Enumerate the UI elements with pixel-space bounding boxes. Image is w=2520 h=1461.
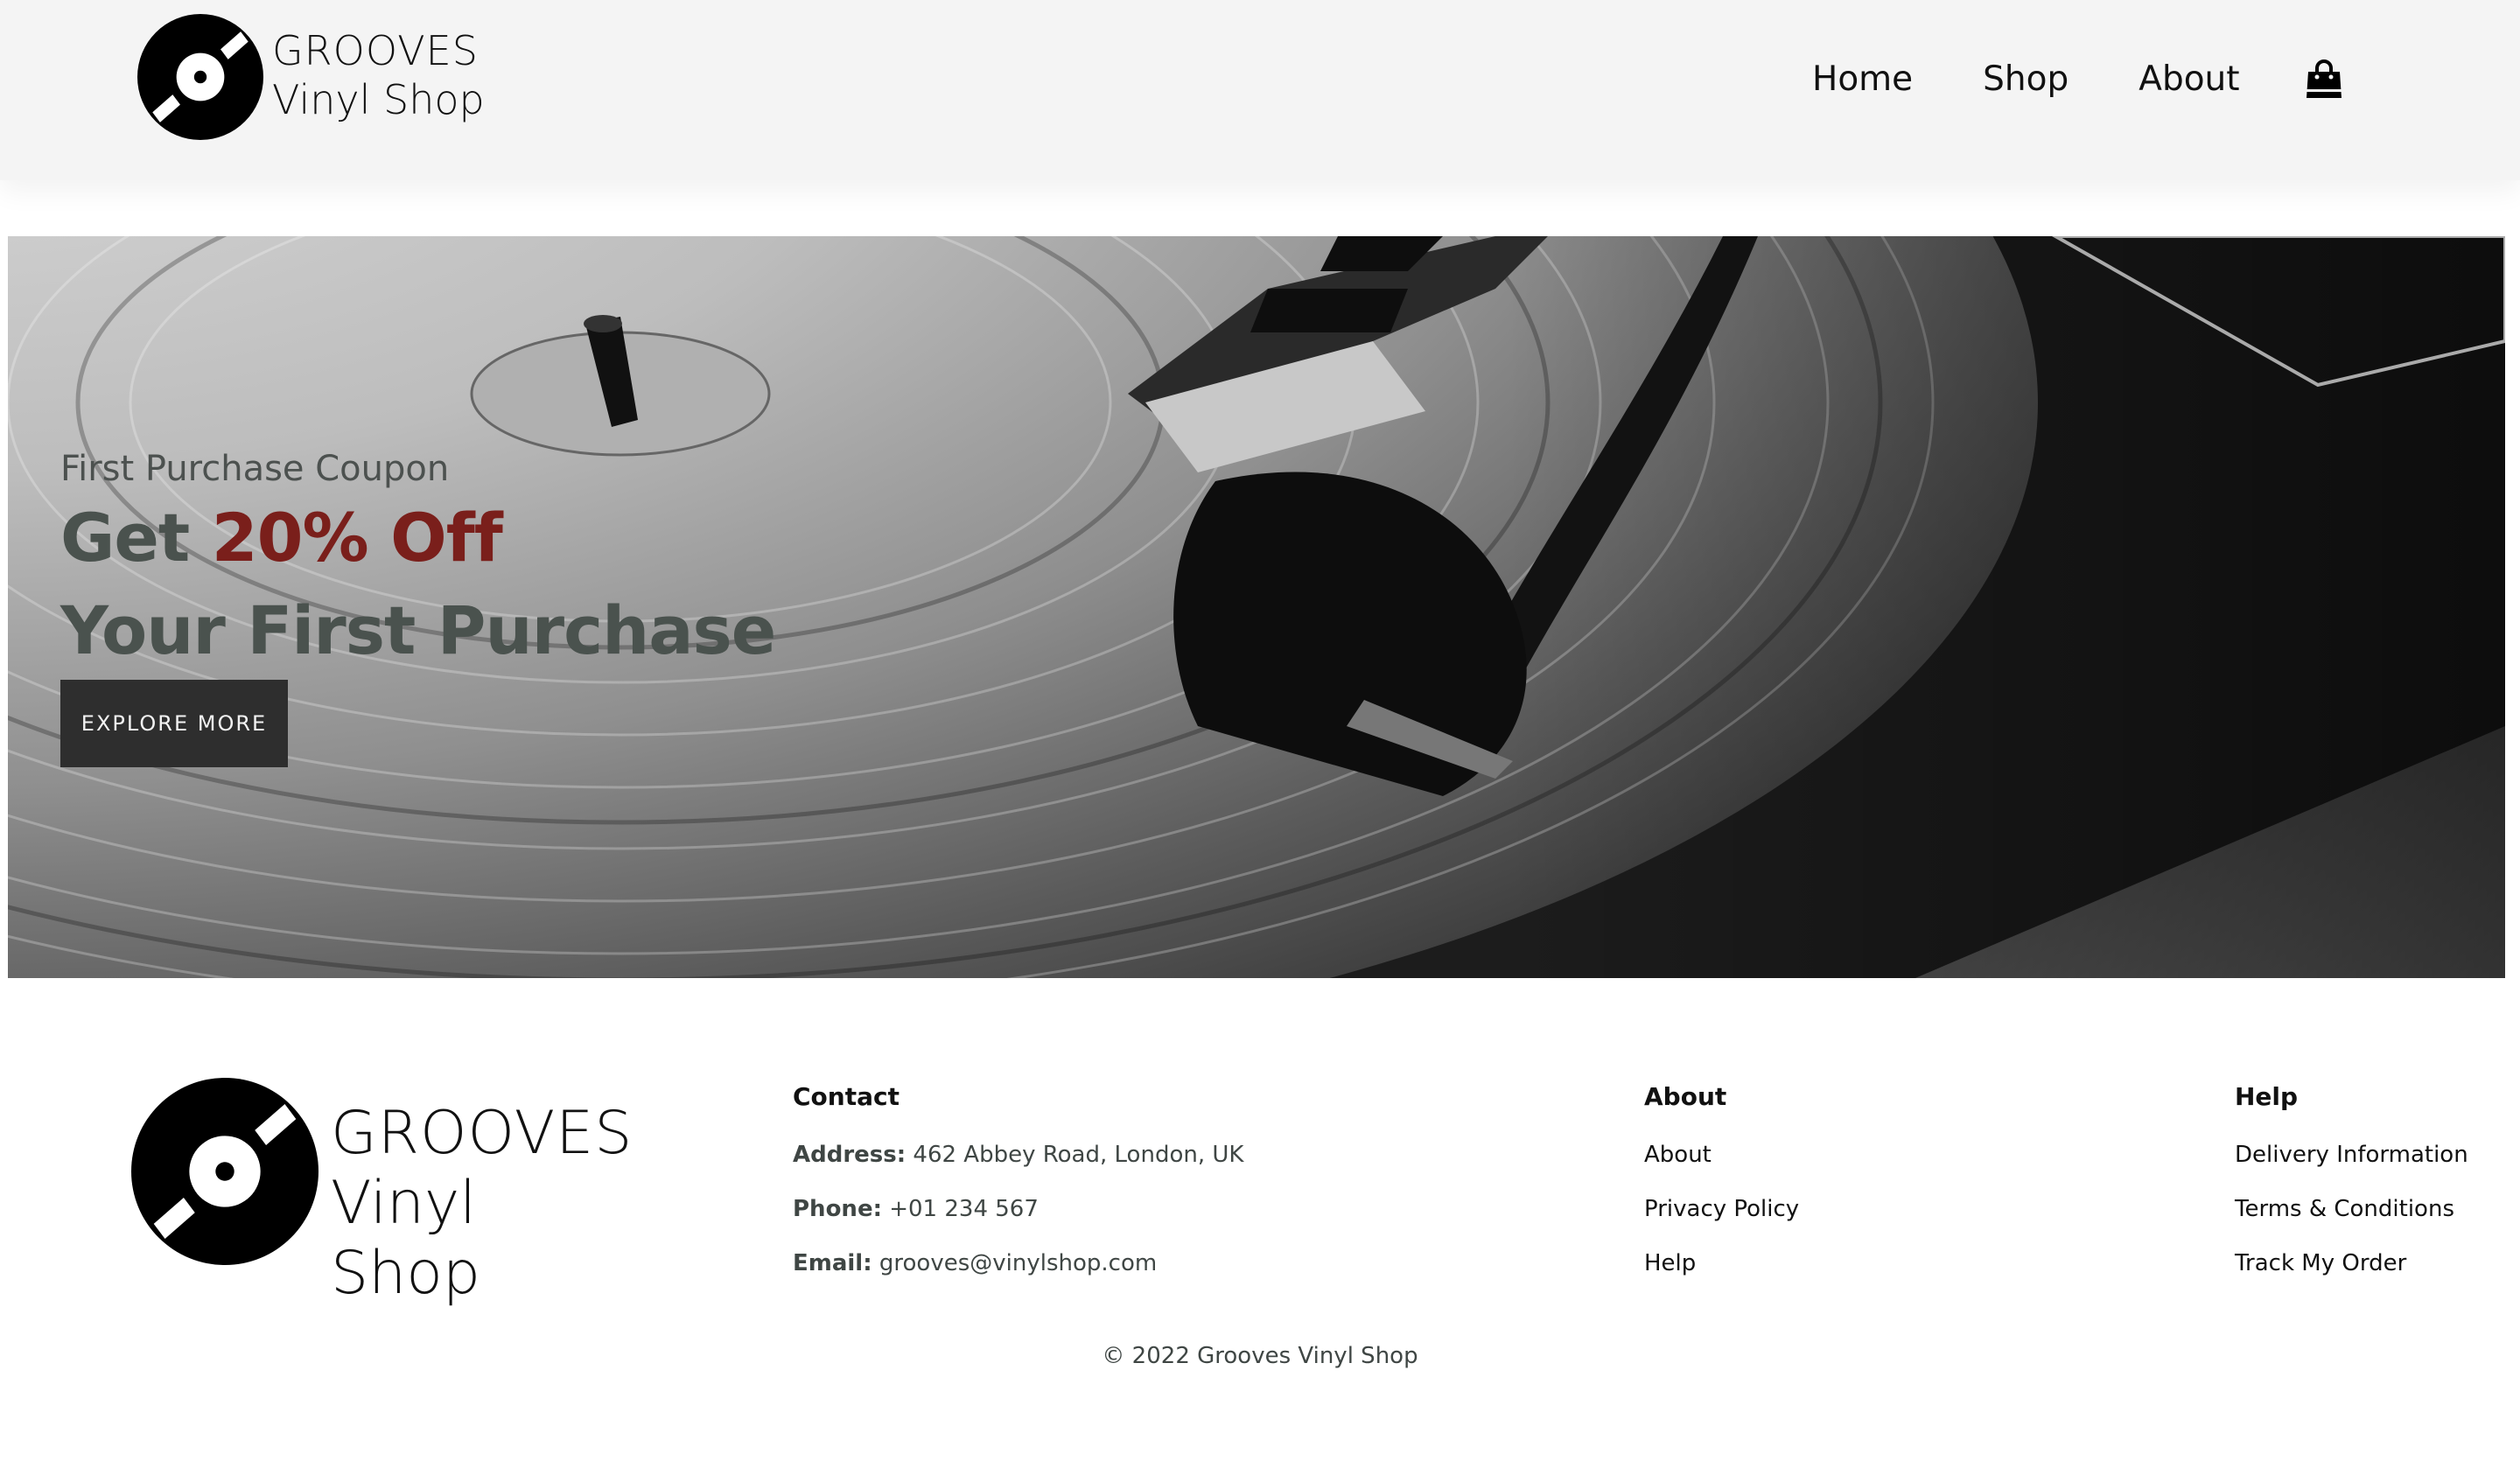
copyright-text: © 2022 Grooves Vinyl Shop bbox=[1102, 1343, 1418, 1369]
headline-prefix: Get bbox=[60, 499, 212, 577]
footer-link-terms-conditions[interactable]: Terms & Conditions bbox=[2235, 1193, 2468, 1225]
brand-line2: Vinyl Shop bbox=[272, 76, 485, 123]
headline-line2: Your First Purchase bbox=[60, 591, 776, 669]
explore-more-button[interactable]: EXPLORE MORE bbox=[60, 680, 288, 767]
coupon-copy: First Purchase Coupon Get 20% Off Your F… bbox=[60, 446, 776, 677]
footer-link-delivery-information[interactable]: Delivery Information bbox=[2235, 1139, 2468, 1171]
vinyl-record-icon bbox=[131, 1078, 318, 1265]
contact-address: Address: 462 Abbey Road, London, UK bbox=[793, 1142, 1244, 1168]
footer-brand-line1: GROOVES bbox=[331, 1099, 634, 1168]
footer-link-privacy-policy[interactable]: Privacy Policy bbox=[1644, 1193, 1799, 1225]
cart-button[interactable] bbox=[2305, 59, 2343, 100]
contact-heading: Contact bbox=[793, 1082, 900, 1111]
brand-name: GROOVES Vinyl Shop bbox=[272, 26, 485, 124]
contact-phone: Phone: +01 234 567 bbox=[793, 1196, 1039, 1222]
contact-email: Email: grooves@vinylshop.com bbox=[793, 1250, 1158, 1276]
headline-discount: 20% Off bbox=[211, 499, 503, 577]
brand-logo[interactable]: GROOVES Vinyl Shop bbox=[137, 14, 505, 140]
footer-link-track-my-order[interactable]: Track My Order bbox=[2235, 1248, 2468, 1279]
footer-brand-line2: Vinyl Shop bbox=[331, 1169, 481, 1308]
hero-banner: First Purchase Coupon Get 20% Off Your F… bbox=[8, 236, 2505, 978]
nav-shop[interactable]: Shop bbox=[1983, 52, 2068, 107]
footer-link-about[interactable]: About bbox=[1644, 1139, 1799, 1171]
coupon-headline: Get 20% Off Your First Purchase bbox=[60, 492, 776, 677]
site-header: GROOVES Vinyl Shop Home Shop About bbox=[0, 0, 2520, 180]
footer-about: About About Privacy Policy Help bbox=[1644, 1078, 1799, 1302]
main-nav: Home Shop About bbox=[1812, 52, 2240, 107]
footer-logo[interactable]: GROOVES Vinyl Shop bbox=[131, 1078, 639, 1308]
about-heading: About bbox=[1644, 1082, 1727, 1111]
nav-home[interactable]: Home bbox=[1812, 52, 1913, 107]
coupon-kicker: First Purchase Coupon bbox=[60, 449, 450, 489]
footer-link-help[interactable]: Help bbox=[1644, 1248, 1799, 1279]
shopping-bag-icon bbox=[2306, 59, 2342, 98]
headline-line1: Get 20% Off bbox=[60, 492, 775, 584]
vinyl-record-icon bbox=[137, 14, 263, 140]
brand-line1: GROOVES bbox=[272, 27, 479, 74]
nav-about[interactable]: About bbox=[2138, 52, 2239, 107]
footer-contact: Contact Address: 462 Abbey Road, London,… bbox=[793, 1078, 1243, 1302]
footer-help: Help Delivery Information Terms & Condit… bbox=[2235, 1078, 2468, 1302]
footer-brand-name: GROOVES Vinyl Shop bbox=[331, 1099, 639, 1309]
help-heading: Help bbox=[2235, 1082, 2299, 1111]
